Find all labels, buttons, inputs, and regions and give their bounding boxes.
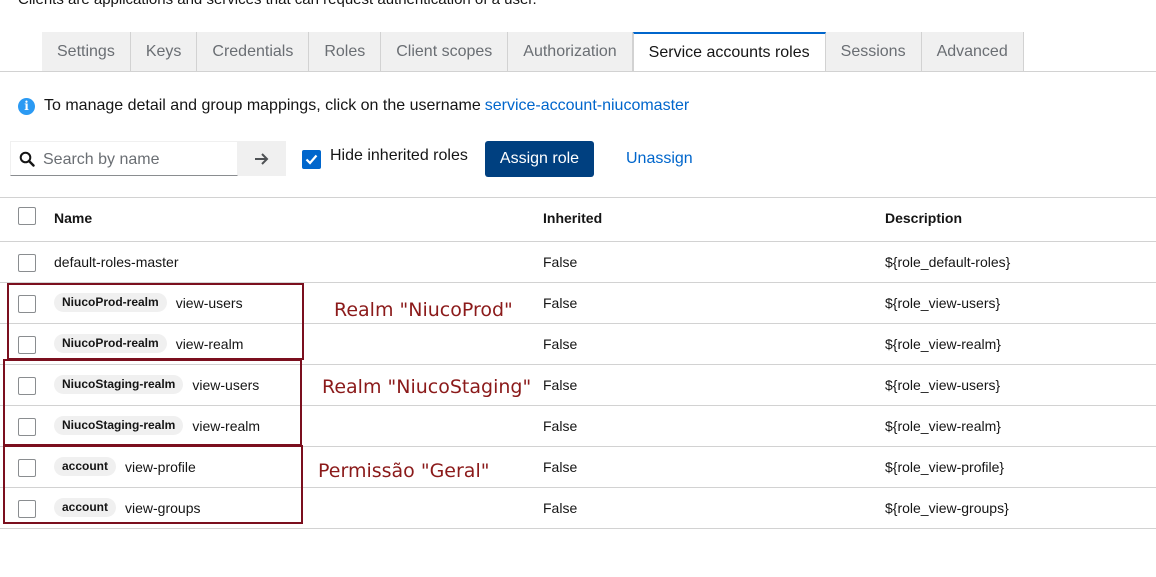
arrow-right-icon — [255, 152, 269, 165]
annotation-label-staging: Realm "NiucoStaging" — [322, 376, 532, 398]
hide-inherited-toggle: Hide inherited roles — [302, 147, 468, 169]
role-description: ${role_default-roles} — [885, 254, 1011, 270]
tab-authorization[interactable]: Authorization — [508, 32, 633, 72]
annotation-label-prod: Realm "NiucoProd" — [334, 299, 513, 321]
assign-role-button[interactable]: Assign role — [485, 141, 594, 177]
tab-keys[interactable]: Keys — [130, 32, 198, 72]
search-box — [10, 141, 238, 176]
role-inherited: False — [543, 377, 578, 393]
table-header: Name Inherited Description — [0, 197, 1156, 242]
tab-advanced[interactable]: Advanced — [921, 32, 1024, 72]
role-inherited: False — [543, 500, 578, 516]
role-description: ${role_view-realm} — [885, 336, 1001, 352]
annotation-label-general: Permissão "Geral" — [318, 460, 490, 482]
select-all-checkbox[interactable] — [18, 207, 36, 225]
tab-roles[interactable]: Roles — [309, 32, 382, 72]
checkmark-icon — [305, 154, 318, 165]
info-text: To manage detail and group mappings, cli… — [44, 97, 481, 114]
role-description: ${role_view-groups} — [885, 500, 1009, 516]
page-description: Clients are applications and services th… — [18, 0, 537, 8]
unassign-button[interactable]: Unassign — [626, 141, 693, 177]
role-inherited: False — [543, 418, 578, 434]
tab-credentials[interactable]: Credentials — [197, 32, 310, 72]
search-submit-button[interactable] — [238, 141, 286, 176]
tab-client-scopes[interactable]: Client scopes — [381, 32, 509, 72]
search-icon — [19, 151, 35, 167]
tab-settings[interactable]: Settings — [42, 32, 131, 72]
role-description: ${role_view-profile} — [885, 459, 1005, 475]
table-row: default-roles-master False ${role_defaul… — [0, 242, 1156, 283]
role-inherited: False — [543, 336, 578, 352]
role-inherited: False — [543, 254, 578, 270]
tab-divider — [0, 71, 1156, 72]
annotation-box-prod — [7, 283, 304, 360]
column-description: Description — [885, 210, 963, 226]
search-input[interactable] — [41, 148, 235, 172]
role-description: ${role_view-realm} — [885, 418, 1001, 434]
tab-bar: Settings Keys Credentials Roles Client s… — [42, 32, 1024, 72]
tab-sessions[interactable]: Sessions — [825, 32, 922, 72]
info-icon: i — [18, 97, 35, 115]
info-alert: i To manage detail and group mappings, c… — [18, 97, 689, 115]
row-checkbox[interactable] — [18, 254, 36, 272]
service-account-link[interactable]: service-account-niucomaster — [485, 97, 690, 115]
annotation-box-general — [3, 445, 303, 524]
hide-inherited-checkbox[interactable] — [302, 150, 321, 169]
role-description: ${role_view-users} — [885, 377, 1001, 393]
role-inherited: False — [543, 295, 578, 311]
role-name: default-roles-master — [54, 254, 179, 270]
annotation-box-staging — [3, 359, 302, 446]
column-name[interactable]: Name — [54, 210, 92, 226]
role-description: ${role_view-users} — [885, 295, 1001, 311]
hide-inherited-label: Hide inherited roles — [330, 147, 468, 164]
column-inherited: Inherited — [543, 210, 603, 226]
tab-service-accounts-roles[interactable]: Service accounts roles — [632, 32, 826, 72]
role-inherited: False — [543, 459, 578, 475]
